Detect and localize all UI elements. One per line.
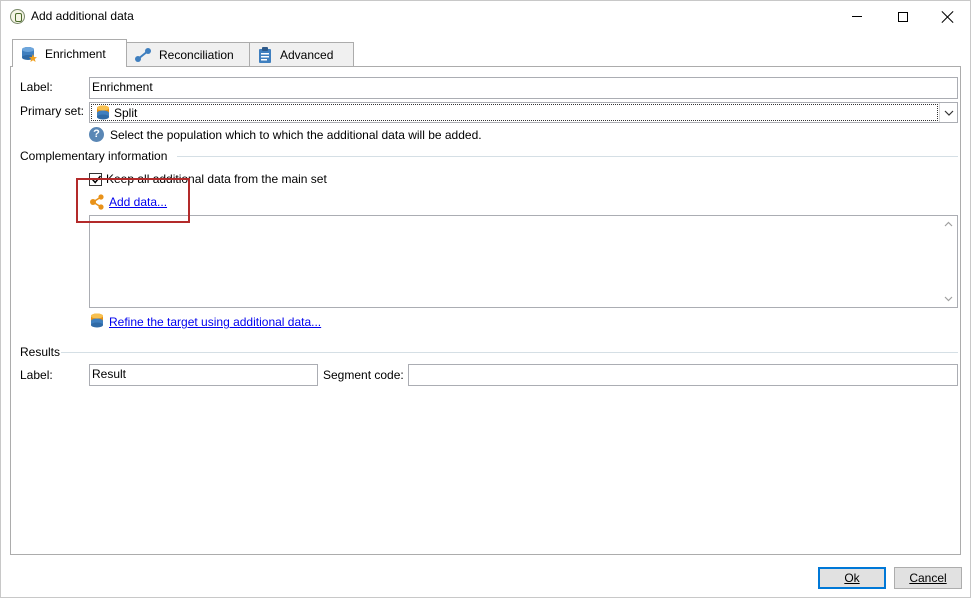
database-icon — [97, 105, 109, 120]
complementary-section-title: Complementary information — [20, 149, 168, 163]
primary-set-focus: Split — [91, 104, 938, 121]
additional-data-list[interactable] — [89, 215, 958, 308]
result-label-input[interactable]: Result — [89, 364, 318, 386]
close-icon — [942, 11, 954, 23]
link-nodes-icon — [135, 48, 151, 62]
result-label-caption: Label: — [20, 368, 53, 382]
results-divider — [61, 352, 958, 353]
window-title: Add additional data — [31, 9, 134, 23]
minimize-icon — [852, 16, 862, 17]
primary-set-value: Split — [114, 106, 138, 120]
result-label-value: Result — [92, 367, 127, 381]
keep-all-checkbox[interactable] — [89, 173, 102, 186]
close-button[interactable] — [925, 1, 971, 32]
ok-button-label: Ok — [844, 571, 860, 585]
title-bar: Add additional data — [1, 1, 970, 32]
help-text: Select the population which to which the… — [110, 128, 482, 142]
cancel-button-label: Cancel — [909, 571, 947, 585]
share-nodes-icon — [90, 194, 104, 210]
scroll-up-icon[interactable] — [944, 220, 953, 229]
primary-set-caption: Primary set: — [20, 104, 85, 118]
segment-code-input[interactable] — [408, 364, 958, 386]
tab-advanced[interactable]: Advanced — [249, 42, 354, 67]
tab-enrichment[interactable]: Enrichment — [12, 39, 127, 67]
maximize-icon — [898, 11, 908, 22]
tab-reconciliation-label: Reconciliation — [159, 48, 234, 62]
primary-set-select[interactable]: Split — [89, 102, 958, 123]
tab-advanced-label: Advanced — [280, 48, 334, 62]
add-data-link[interactable]: Add data... — [109, 195, 167, 209]
clipboard-icon — [259, 47, 271, 63]
maximize-button[interactable] — [880, 1, 926, 32]
app-logo-icon — [10, 9, 25, 24]
refine-target-link[interactable]: Refine the target using additional data.… — [109, 315, 321, 329]
database-filter-icon — [91, 313, 103, 328]
primary-set-dropdown-button[interactable] — [939, 103, 957, 122]
segment-code-caption: Segment code: — [323, 368, 404, 382]
tab-reconciliation[interactable]: Reconciliation — [126, 42, 250, 67]
add-additional-data-dialog: Add additional data Enrichment Reconcili… — [0, 0, 971, 598]
checkmark-icon — [91, 175, 102, 184]
enrichment-panel: Label: Enrichment Primary set: Split ? S… — [10, 66, 961, 555]
label-input-value: Enrichment — [92, 80, 153, 94]
results-section-title: Results — [20, 345, 61, 359]
keep-all-label: Keep all additional data from the main s… — [106, 172, 327, 186]
ok-button[interactable]: Ok — [818, 567, 886, 589]
help-icon: ? — [89, 127, 104, 142]
tab-enrichment-label: Enrichment — [45, 46, 106, 61]
scroll-down-icon[interactable] — [944, 294, 953, 303]
database-star-icon — [22, 46, 37, 62]
minimize-button[interactable] — [834, 1, 880, 32]
complementary-divider — [177, 156, 958, 157]
chevron-down-icon — [944, 110, 953, 116]
cancel-button[interactable]: Cancel — [894, 567, 962, 589]
label-input[interactable]: Enrichment — [89, 77, 958, 99]
label-caption: Label: — [20, 80, 53, 94]
list-scrollbar[interactable] — [940, 216, 957, 307]
